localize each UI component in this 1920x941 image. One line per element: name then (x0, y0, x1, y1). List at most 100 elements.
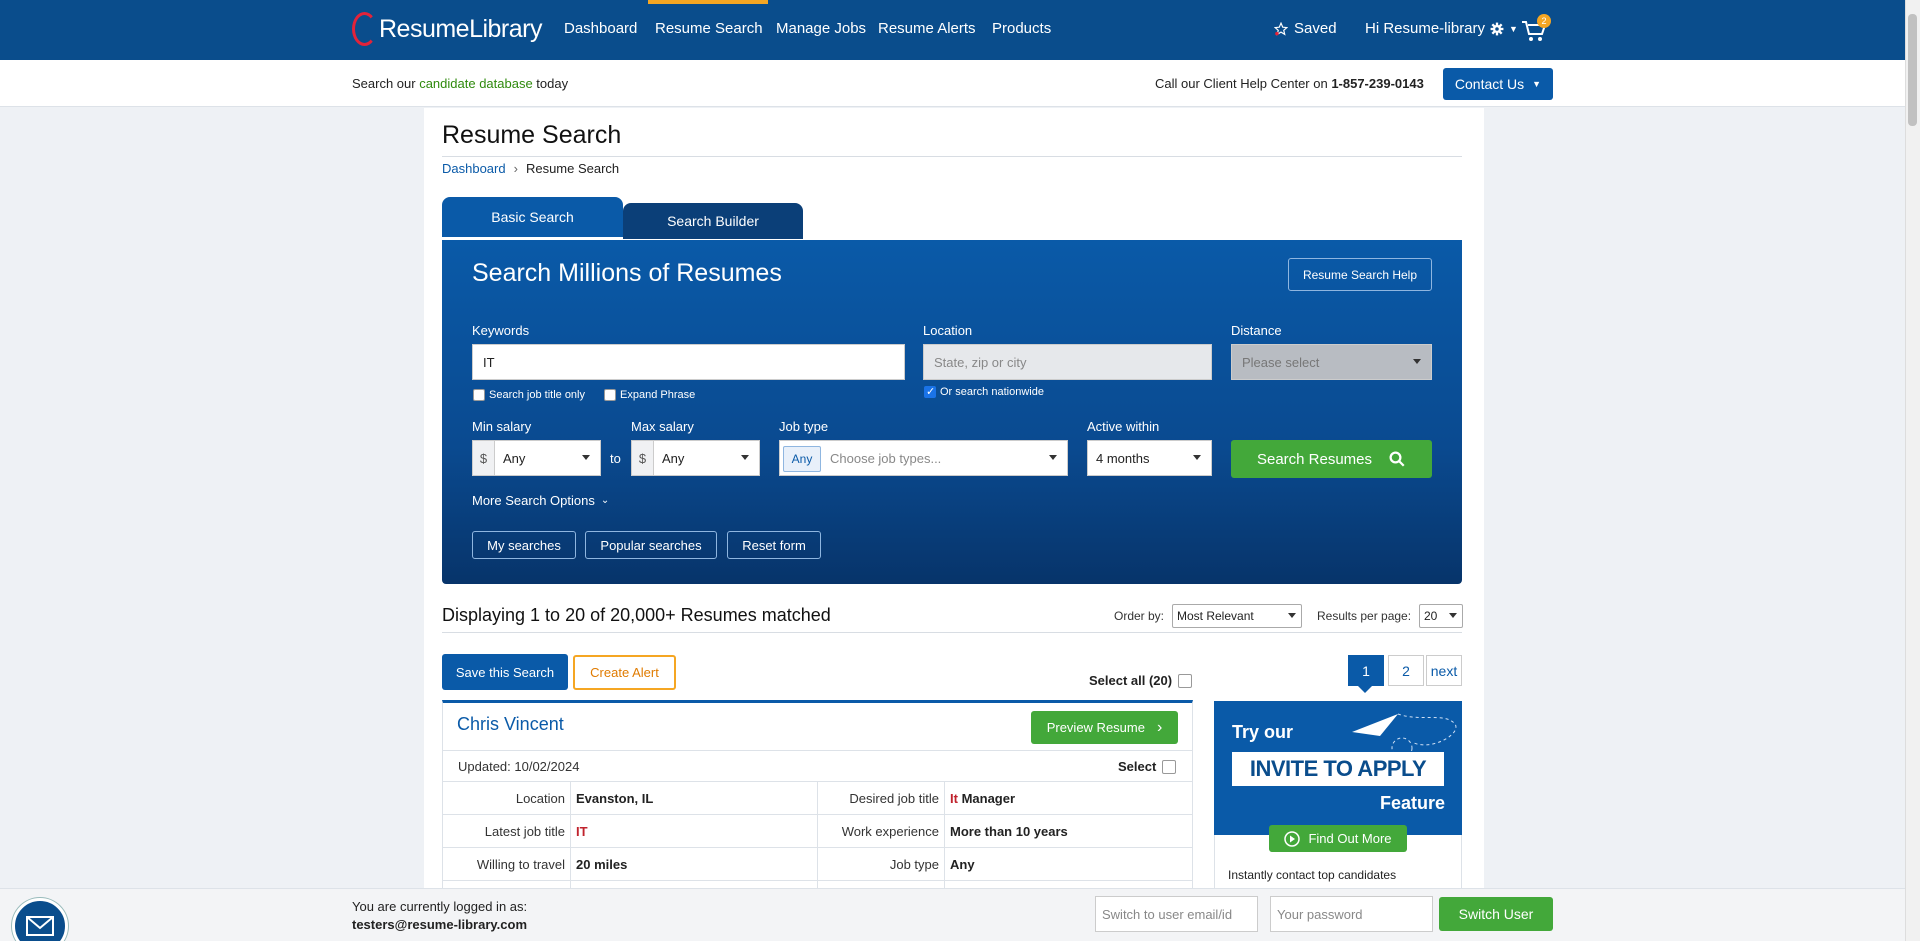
help-phone: 1-857-239-0143 (1331, 76, 1424, 91)
max-salary-value: Any (662, 450, 685, 466)
switch-user-email-input[interactable]: Switch to user email/id (1095, 896, 1258, 932)
candidate-select-checkbox[interactable] (1162, 759, 1177, 774)
page-1-button[interactable]: 1 (1348, 655, 1384, 686)
gear-icon (1490, 22, 1504, 35)
latest-job-value: IT (576, 824, 588, 839)
select-all-checkbox[interactable] (1178, 673, 1193, 688)
candidate-select-control[interactable]: Select (1118, 759, 1177, 774)
updated-date: Updated: 10/02/2024 (458, 759, 580, 774)
order-by-select[interactable]: Most Relevant (1172, 604, 1302, 628)
job-title-only-checkbox[interactable]: Search job title only (473, 389, 585, 401)
more-options-label: More Search Options (472, 493, 595, 508)
database-promo: Search our candidate database today (352, 76, 568, 91)
location-input[interactable]: State, zip or city (923, 344, 1212, 380)
reset-form-button[interactable]: Reset form (727, 531, 821, 559)
max-salary-label: Max salary (631, 419, 694, 434)
tab-basic-search[interactable]: Basic Search (442, 197, 623, 237)
help-center: Call our Client Help Center on 1-857-239… (1155, 76, 1424, 91)
message-icon[interactable] (12, 898, 68, 941)
caret-down-icon (1193, 455, 1201, 460)
password-input[interactable]: Your password (1270, 896, 1433, 932)
logged-in-info: You are currently logged in as: testers@… (352, 898, 527, 934)
checkbox-box (604, 389, 616, 401)
column-divider (944, 782, 945, 888)
nav-resume-alerts[interactable]: Resume Alerts (878, 20, 976, 37)
distance-label: Distance (1231, 323, 1282, 338)
results-count-heading: Displaying 1 to 20 of 20,000+ Resumes ma… (442, 605, 831, 625)
currency-symbol: $ (632, 441, 654, 475)
promo-try-text: Try our (1232, 722, 1294, 742)
chevron-down-icon: ▼ (1509, 23, 1518, 34)
active-within-value: 4 months (1096, 450, 1150, 466)
job-type-select[interactable]: Choose job types... (779, 440, 1068, 476)
nav-manage-jobs[interactable]: Manage Jobs (776, 20, 866, 37)
expand-phrase-checkbox[interactable]: Expand Phrase (604, 389, 695, 401)
popular-searches-button[interactable]: Popular searches (585, 531, 717, 559)
max-salary-select[interactable]: $ Any (631, 440, 760, 476)
tab-search-builder[interactable]: Search Builder (623, 203, 803, 239)
job-type-any-chip[interactable]: Any (783, 446, 821, 472)
promo-feature-name: INVITE TO APPLY (1232, 752, 1444, 786)
caret-down-icon (582, 455, 590, 460)
page-2-button[interactable]: 2 (1388, 655, 1424, 686)
select-all-control[interactable]: Select all (20) (1089, 673, 1193, 688)
promo-suffix: today (532, 76, 569, 91)
currency-symbol: $ (473, 441, 495, 475)
location-field-label: Location (515, 791, 565, 806)
nationwide-label: Or search nationwide (940, 386, 1044, 398)
caret-down-icon (1413, 359, 1421, 364)
min-salary-label: Min salary (472, 419, 532, 434)
saved-label: Saved (1294, 20, 1337, 37)
find-out-more-label: Find Out More (1308, 831, 1392, 846)
promo-feature-text: Feature (1380, 793, 1446, 813)
job-type-label: Job type (779, 419, 829, 434)
candidate-name-link[interactable]: Chris Vincent (457, 714, 564, 735)
saved-link[interactable]: Saved (1274, 20, 1337, 37)
chevron-right-icon: › (1156, 718, 1163, 736)
results-divider (442, 632, 1462, 633)
switch-user-button[interactable]: Switch User (1439, 897, 1553, 931)
search-button-label: Search Resumes (1256, 450, 1373, 468)
my-searches-button[interactable]: My searches (472, 531, 576, 559)
nav-products[interactable]: Products (992, 20, 1051, 37)
find-out-more-button[interactable]: Find Out More (1269, 825, 1407, 852)
caret-down-icon (1288, 613, 1296, 618)
expand-phrase-label: Expand Phrase (620, 389, 696, 401)
candidate-database-link[interactable]: candidate database (419, 76, 532, 91)
keywords-input[interactable]: IT (472, 344, 905, 380)
promo-description: Instantly contact top candidates (1228, 868, 1397, 882)
page-scrollbar[interactable] (1905, 0, 1920, 941)
resume-search-help-button[interactable]: Resume Search Help (1288, 258, 1432, 291)
greeting-text: Hi Resume-library (1365, 20, 1486, 37)
distance-select[interactable]: Please select (1231, 344, 1432, 380)
promo-prefix: Search our (352, 76, 420, 91)
title-divider (442, 156, 1462, 157)
create-alert-button[interactable]: Create Alert (573, 655, 676, 690)
keyword-highlight: It (950, 791, 958, 806)
caret-down-icon (1449, 613, 1457, 618)
nav-dashboard[interactable]: Dashboard (564, 20, 637, 37)
next-page-button[interactable]: next (1426, 655, 1462, 686)
location-field-value: Evanston, IL (576, 791, 654, 806)
nationwide-checkbox[interactable]: Or search nationwide (924, 385, 1044, 398)
site-logo[interactable]: ResumeLibrary (352, 9, 543, 49)
results-per-page-select[interactable]: 20 (1419, 604, 1463, 628)
checkbox-box-checked (924, 385, 936, 398)
active-within-select[interactable]: 4 months (1087, 440, 1212, 476)
job-type-field-label: Job type (889, 857, 939, 872)
preview-button-label: Preview Resume (1046, 720, 1145, 735)
preview-resume-button[interactable]: Preview Resume › (1031, 711, 1178, 744)
min-salary-select[interactable]: $ Any (472, 440, 601, 476)
work-experience-value: More than 10 years (950, 824, 1068, 839)
travel-value: 20 miles (576, 857, 628, 872)
more-search-options-toggle[interactable]: More Search Options ⌄ (472, 493, 609, 508)
scrollbar-thumb[interactable] (1908, 14, 1917, 126)
save-search-button[interactable]: Save this Search (442, 654, 568, 690)
nav-resume-search[interactable]: Resume Search (655, 20, 763, 37)
account-menu[interactable]: Hi Resume-library ▼ (1365, 20, 1518, 37)
contact-us-button[interactable]: Contact Us ▼ (1443, 68, 1553, 100)
breadcrumb-dashboard[interactable]: Dashboard (442, 161, 506, 176)
help-text: Call our Client Help Center on (1155, 76, 1332, 91)
work-experience-label: Work experience (841, 824, 939, 839)
search-resumes-button[interactable]: Search Resumes (1231, 440, 1432, 478)
